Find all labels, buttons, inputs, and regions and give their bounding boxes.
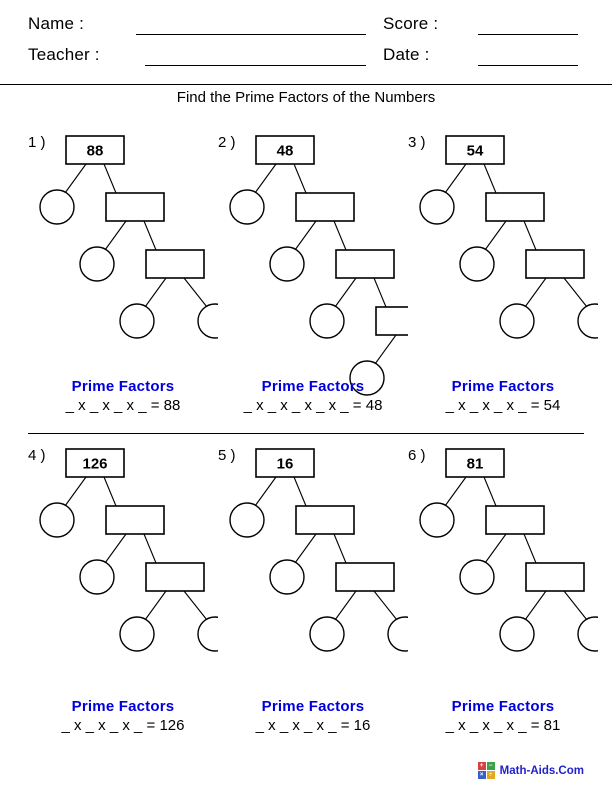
composite-box[interactable] — [375, 306, 408, 336]
teacher-label: Teacher : — [28, 45, 100, 64]
prime-factors-answer-line[interactable]: _ x _ x _ x _ = 54 — [408, 397, 598, 414]
prime-factors-heading: Prime Factors — [451, 698, 555, 715]
factor-circle[interactable] — [499, 303, 535, 339]
prime-factors-answer-line[interactable]: _ x _ x _ x _ x _ = 48 — [218, 397, 408, 414]
answer-block-6: Prime Factors _ x _ x _ x _ = 81 — [408, 698, 598, 734]
answer-block-5: Prime Factors _ x _ x _ x _ = 16 — [218, 698, 408, 734]
factor-tree: 16 — [218, 441, 408, 658]
worksheet-header: Name : Teacher : Score : Date : — [0, 0, 612, 84]
divide-icon: ÷ — [486, 771, 495, 779]
composite-box[interactable] — [335, 249, 395, 279]
composite-box[interactable] — [145, 249, 205, 279]
composite-box[interactable] — [295, 192, 355, 222]
times-icon: × — [477, 771, 486, 779]
answer-block-4: Prime Factors _ x _ x _ x _ = 126 — [28, 698, 218, 734]
root-number-box[interactable]: 48 — [255, 135, 315, 165]
factor-circle[interactable] — [79, 559, 115, 595]
factor-circle[interactable] — [419, 502, 455, 538]
factor-circle[interactable] — [197, 303, 218, 339]
factor-circle[interactable] — [39, 189, 75, 225]
factor-circle[interactable] — [229, 189, 265, 225]
prime-factors-answer-line[interactable]: _ x _ x _ x _ = 81 — [408, 717, 598, 734]
factor-circle[interactable] — [387, 616, 408, 652]
factor-tree: 81 — [408, 441, 598, 658]
factor-circle[interactable] — [79, 246, 115, 282]
plus-icon: + — [477, 762, 486, 770]
page-footer: + − × ÷ Math-Aids.Com — [0, 762, 612, 786]
factor-circle[interactable] — [269, 559, 305, 595]
factor-tree: 126 — [28, 441, 218, 658]
factor-circle[interactable] — [419, 189, 455, 225]
composite-box[interactable] — [525, 249, 585, 279]
math-aids-logo-icon: + − × ÷ — [477, 762, 495, 779]
prime-factors-answer-line[interactable]: _ x _ x _ x _ = 16 — [218, 717, 408, 734]
brand-label: Math-Aids.Com — [499, 764, 584, 777]
factor-circle[interactable] — [577, 303, 598, 339]
prime-factors-heading: Prime Factors — [451, 378, 555, 395]
prime-factors-heading: Prime Factors — [261, 698, 365, 715]
factor-circle[interactable] — [119, 616, 155, 652]
factor-tree: 88 — [28, 128, 218, 345]
node-value: 16 — [277, 456, 294, 473]
teacher-input-line[interactable] — [145, 65, 366, 66]
composite-box[interactable] — [335, 562, 395, 592]
node-value: 126 — [82, 456, 107, 473]
factor-circle[interactable] — [577, 616, 598, 652]
header-divider — [0, 84, 612, 85]
root-number-box[interactable]: 88 — [65, 135, 125, 165]
factor-tree: 54 — [408, 128, 598, 345]
date-input-line[interactable] — [478, 65, 578, 66]
answer-block-1: Prime Factors _ x _ x _ x _ = 88 — [28, 378, 218, 414]
composite-box[interactable] — [295, 505, 355, 535]
composite-box[interactable] — [525, 562, 585, 592]
page-title: Find the Prime Factors of the Numbers — [176, 89, 436, 106]
prime-factors-heading: Prime Factors — [71, 378, 175, 395]
prime-factors-heading: Prime Factors — [261, 378, 365, 395]
node-value: 54 — [467, 143, 484, 160]
factor-circle[interactable] — [499, 616, 535, 652]
factor-circle[interactable] — [39, 502, 75, 538]
factor-circle[interactable] — [309, 616, 345, 652]
root-number-box[interactable]: 81 — [445, 448, 505, 478]
row-divider — [28, 433, 584, 434]
prime-factors-answer-line[interactable]: _ x _ x _ x _ = 126 — [28, 717, 218, 734]
answer-block-3: Prime Factors _ x _ x _ x _ = 54 — [408, 378, 598, 414]
node-value: 81 — [467, 456, 484, 473]
composite-box[interactable] — [105, 192, 165, 222]
name-input-line[interactable] — [136, 34, 366, 35]
composite-box[interactable] — [485, 192, 545, 222]
root-number-box[interactable]: 126 — [65, 448, 125, 478]
factor-circle[interactable] — [119, 303, 155, 339]
prime-factors-answer-line[interactable]: _ x _ x _ x _ = 88 — [28, 397, 218, 414]
factor-circle[interactable] — [197, 616, 218, 652]
composite-box[interactable] — [145, 562, 205, 592]
date-label: Date : — [383, 45, 430, 64]
score-input-line[interactable] — [478, 34, 578, 35]
root-number-box[interactable]: 16 — [255, 448, 315, 478]
root-number-box[interactable]: 54 — [445, 135, 505, 165]
answer-block-2: Prime Factors _ x _ x _ x _ x _ = 48 — [218, 378, 408, 414]
name-label: Name : — [28, 14, 84, 33]
factor-circle[interactable] — [459, 559, 495, 595]
factor-circle[interactable] — [309, 303, 345, 339]
prime-factors-heading: Prime Factors — [71, 698, 175, 715]
minus-icon: − — [486, 762, 495, 770]
factor-circle[interactable] — [229, 502, 265, 538]
node-value: 88 — [87, 143, 104, 160]
composite-box[interactable] — [105, 505, 165, 535]
factor-tree: 48 — [218, 128, 408, 402]
score-label: Score : — [383, 14, 439, 33]
composite-box[interactable] — [485, 505, 545, 535]
factor-circle[interactable] — [269, 246, 305, 282]
node-value: 48 — [277, 143, 294, 160]
factor-circle[interactable] — [459, 246, 495, 282]
